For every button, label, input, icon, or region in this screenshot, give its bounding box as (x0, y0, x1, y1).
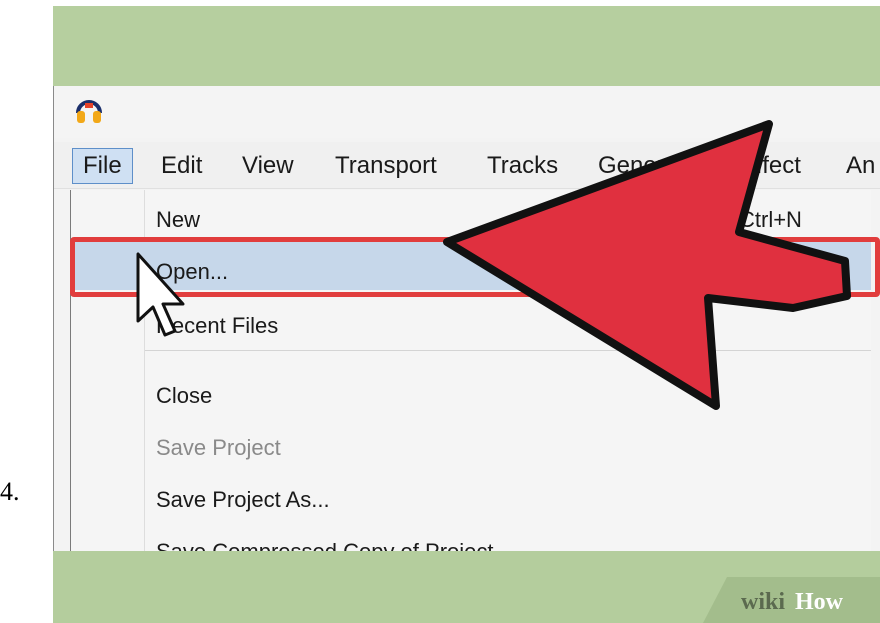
wikihow-watermark: wiki How (703, 577, 880, 623)
screenshot-frame: File Edit View Transport Tracks Generate… (53, 6, 880, 623)
mouse-cursor-icon (136, 252, 185, 337)
menu-item-close[interactable]: Close (156, 380, 212, 412)
background-band-top (53, 6, 880, 86)
audacity-headphones-icon (76, 100, 102, 123)
menu-effect[interactable]: Effect (730, 148, 811, 184)
menu-item-save-project: Save Project (156, 435, 281, 460)
title-bar (54, 86, 880, 138)
menu-transport[interactable]: Transport (325, 148, 447, 184)
menu-item-new[interactable]: New (156, 204, 200, 236)
menu-analyze[interactable]: An (836, 148, 880, 184)
watermark-how: How (795, 589, 844, 615)
menu-view[interactable]: View (232, 148, 304, 184)
step-number: 4. (0, 477, 20, 506)
menu-file[interactable]: File (72, 148, 133, 184)
open-highlight-box (70, 237, 880, 297)
watermark-wiki: wiki (741, 589, 785, 615)
menu-edit[interactable]: Edit (151, 148, 212, 184)
menu-bar: File Edit View Transport Tracks Generate… (54, 142, 880, 189)
menu-tracks[interactable]: Tracks (477, 148, 568, 184)
menu-separator (145, 350, 871, 351)
menu-generate[interactable]: Generate (588, 148, 708, 184)
menu-item-save-project-as[interactable]: Save Project As... (156, 484, 330, 516)
shortcut-new: Ctrl+N (739, 207, 802, 232)
